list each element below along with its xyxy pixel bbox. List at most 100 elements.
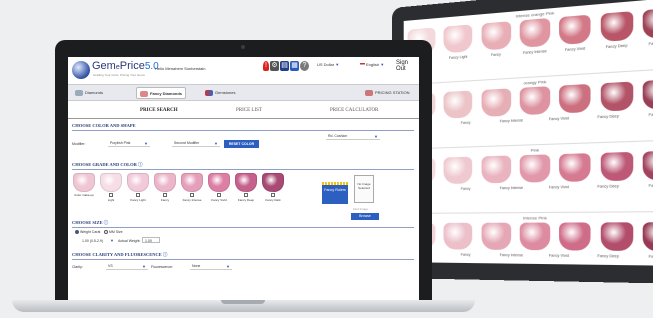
reset-color-button[interactable]: RESET COLOR bbox=[224, 140, 259, 148]
monitor-gem-label: Fancy Deep bbox=[605, 43, 628, 50]
logo[interactable]: GemePrice5.0 bbox=[92, 60, 159, 72]
clarity-label: Clarity: bbox=[72, 265, 83, 269]
gem-swatch-icon bbox=[235, 173, 257, 192]
range-caret[interactable]: ▼ bbox=[110, 238, 114, 243]
monitor-gem-swatch bbox=[443, 24, 473, 54]
tab-price-calculator[interactable]: PRICE CALCULATOR bbox=[330, 108, 378, 113]
grade-label: Fancy Vivid bbox=[211, 198, 227, 202]
monitor-gem-label: Fancy Deep bbox=[597, 253, 620, 259]
monitor-gem-swatch bbox=[481, 21, 511, 51]
mm-size-option[interactable]: MM Size bbox=[104, 230, 123, 235]
grade-checkbox[interactable] bbox=[217, 193, 221, 197]
grade-swatch[interactable]: Fancy Dark bbox=[261, 173, 285, 202]
gemstones-icon bbox=[205, 89, 213, 96]
grid-icon[interactable]: ▦ bbox=[290, 61, 299, 71]
monitor-gem-label: Fancy Dark bbox=[648, 254, 653, 259]
chevron-down-icon: ▼ bbox=[214, 141, 218, 146]
grade-checkbox[interactable] bbox=[271, 193, 275, 197]
monitor-color-row: PinkFancy LightFancyFancy IntenseFancy V… bbox=[403, 140, 653, 214]
monitor-gem-label: Fancy Intense bbox=[499, 253, 524, 258]
tab-gemstones[interactable]: Gemstones bbox=[202, 87, 238, 99]
divider bbox=[72, 169, 414, 170]
book-icon[interactable]: ▤ bbox=[280, 61, 289, 71]
language-select[interactable]: English ▼ bbox=[360, 62, 384, 67]
browse-button[interactable]: Browse bbox=[351, 213, 379, 220]
clarity-select[interactable]: VS ▼ bbox=[106, 263, 148, 270]
info-icon[interactable]: ⓘ bbox=[104, 220, 109, 225]
monitor-gem-swatch bbox=[519, 17, 551, 48]
grade-swatch[interactable]: Fancy Light bbox=[126, 173, 150, 202]
monitor-gem-label: Fancy Intense bbox=[499, 185, 524, 191]
grade-swatch[interactable]: Fancy bbox=[153, 173, 177, 202]
primary-color-select[interactable]: Purplish Pink ▼ bbox=[108, 140, 150, 147]
fluorescence-select[interactable]: None ▼ bbox=[190, 263, 232, 270]
grade-swatch[interactable]: Fancy Vivid bbox=[207, 173, 231, 202]
grade-swatch[interactable]: Fancy Intense bbox=[180, 173, 204, 202]
monitor-gem-swatch bbox=[559, 83, 591, 114]
grade-label: Light bbox=[107, 198, 115, 202]
divider bbox=[72, 227, 414, 228]
grade-checkbox[interactable] bbox=[109, 193, 113, 197]
monitor-gem-swatch bbox=[600, 222, 633, 251]
grade-swatch[interactable]: Light bbox=[99, 173, 123, 202]
grade-checkbox[interactable] bbox=[163, 193, 167, 197]
fancy-rulers-button[interactable]: Fancy Rulers bbox=[322, 185, 348, 204]
grade-label: Fancy Intense bbox=[182, 198, 202, 202]
gear-icon[interactable]: ⚙ bbox=[270, 61, 279, 71]
gem-swatch-icon bbox=[100, 173, 122, 192]
grade-swatch[interactable]: Fancy Deep bbox=[234, 173, 258, 202]
laptop-base bbox=[12, 300, 475, 312]
monitor-gem-swatch bbox=[642, 7, 653, 40]
pin-icon[interactable]: ! bbox=[263, 61, 269, 71]
monitor-gem-swatch bbox=[642, 79, 653, 110]
monitor-gem-swatch bbox=[600, 151, 633, 182]
monitor-gem-label: Fancy bbox=[460, 186, 471, 191]
monitor-gem-swatch bbox=[443, 90, 473, 119]
monitor-gem-labels: Fancy LightFancyFancy IntenseFancy Vivid… bbox=[408, 252, 653, 259]
actual-weight-input[interactable]: 1.00 bbox=[142, 237, 160, 243]
monitor-gem-swatch bbox=[642, 150, 653, 181]
section-grade-color: CHOOSE GRADE AND COLOR ⓘ bbox=[72, 162, 143, 167]
gem-swatch-icon bbox=[262, 173, 284, 192]
grade-label: Fancy bbox=[160, 198, 170, 202]
currency-select[interactable]: US Dollar ▼ bbox=[317, 62, 339, 67]
laptop-lid: GemePrice5.0 Grading Your Color, Pricing… bbox=[55, 40, 432, 304]
chevron-down-icon: ▼ bbox=[226, 264, 230, 269]
monitor-gem-label: Fancy Light bbox=[448, 54, 468, 61]
sign-out-link[interactable]: Sign Out bbox=[396, 60, 419, 72]
info-icon[interactable]: ⓘ bbox=[138, 162, 143, 167]
gem-swatch-icon bbox=[127, 173, 149, 192]
weight-range: 1.00 (0.5-2.9) bbox=[82, 239, 104, 243]
tab-diamonds[interactable]: Diamonds bbox=[72, 87, 106, 99]
section-clarity: CHOOSE CLARITY AND FLUORESCENCE ⓘ bbox=[72, 252, 168, 257]
tab-fancy-diamonds[interactable]: Fancy Diamonds bbox=[136, 87, 187, 99]
info-icon[interactable]: ⓘ bbox=[163, 252, 168, 257]
gem-swatch-icon bbox=[208, 173, 230, 192]
shape-select[interactable]: Rd. Cushion ▼ bbox=[326, 133, 380, 140]
tagline: Grading Your Color, Pricing Your Gems bbox=[93, 73, 145, 77]
monitor-gem-swatch bbox=[519, 86, 551, 116]
radio-selected-icon bbox=[75, 230, 79, 235]
monitor-gem-label: Fancy Intense bbox=[499, 118, 524, 124]
monitor-gem-label: Fancy bbox=[490, 52, 501, 58]
pricing-station-button[interactable]: PRICING STATION bbox=[362, 87, 413, 99]
monitor-gem-swatch bbox=[481, 155, 511, 184]
chevron-down-icon: ▼ bbox=[144, 141, 148, 146]
grade-label: Fancy Light bbox=[130, 198, 146, 202]
help-icon[interactable]: ? bbox=[300, 61, 309, 71]
weight-carat-option[interactable]: Weight Carat bbox=[75, 230, 100, 235]
tab-price-search[interactable]: PRICE SEARCH bbox=[140, 108, 178, 113]
user-greeting: Hello Menahem Sonberstain bbox=[155, 66, 206, 71]
monitor-gem-list bbox=[407, 222, 653, 252]
secondary-modifier-select[interactable]: Second Modifier ▼ bbox=[172, 140, 220, 147]
monitor-gem-list bbox=[407, 150, 653, 185]
chevron-down-icon: ▼ bbox=[380, 62, 385, 67]
grade-checkbox[interactable] bbox=[244, 193, 248, 197]
price-tabs: PRICE SEARCH PRICE LIST PRICE CALCULATOR bbox=[68, 107, 419, 119]
category-tabs: Diamonds Fancy Diamonds Gemstones PRICIN… bbox=[68, 85, 419, 101]
divider bbox=[72, 130, 414, 131]
grade-swatch[interactable]: Color make-up bbox=[72, 173, 96, 197]
grade-checkbox[interactable] bbox=[190, 193, 194, 197]
grade-checkbox[interactable] bbox=[136, 193, 140, 197]
tab-price-list[interactable]: PRICE LIST bbox=[236, 108, 262, 113]
